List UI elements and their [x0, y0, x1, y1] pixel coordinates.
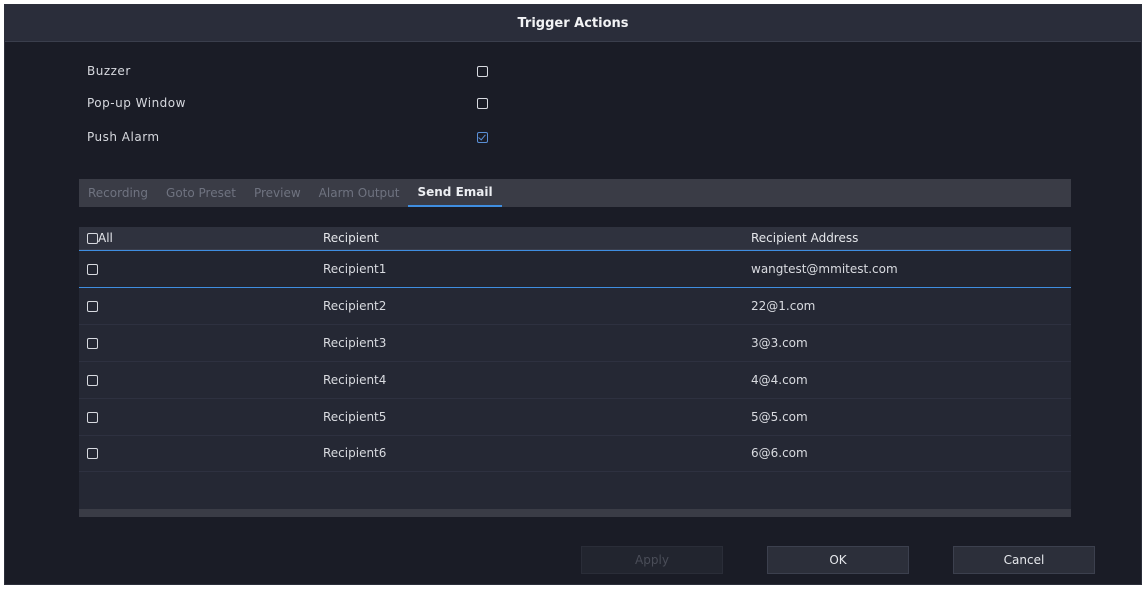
push-alarm-checkbox[interactable] — [477, 131, 488, 143]
header-recipient-address: Recipient Address — [751, 231, 859, 245]
option-label-buzzer: Buzzer — [87, 64, 131, 78]
table-row[interactable]: Recipient5 5@5.com — [79, 399, 1071, 436]
tab-preview[interactable]: Preview — [245, 179, 310, 207]
recipient-address: 6@6.com — [751, 446, 808, 460]
table-row[interactable]: Recipient4 4@4.com — [79, 362, 1071, 399]
table-row[interactable]: Recipient6 6@6.com — [79, 435, 1071, 472]
row-checkbox[interactable] — [87, 447, 98, 459]
tab-alarm-output[interactable]: Alarm Output — [310, 179, 409, 207]
row-checkbox[interactable] — [87, 300, 98, 312]
buzzer-checkbox[interactable] — [477, 65, 488, 77]
table-row[interactable]: Recipient2 22@1.com — [79, 288, 1071, 325]
table-scroll-track[interactable] — [79, 509, 1071, 517]
ok-button[interactable]: OK — [767, 546, 909, 574]
select-all-checkbox[interactable] — [87, 232, 98, 244]
table-row[interactable]: Recipient3 3@3.com — [79, 325, 1071, 362]
trigger-actions-dialog: Trigger Actions Buzzer Pop-up Window Pus… — [4, 4, 1142, 585]
apply-button[interactable]: Apply — [581, 546, 723, 574]
table-header: All Recipient Recipient Address — [79, 227, 1071, 250]
recipient-address: 4@4.com — [751, 373, 808, 387]
option-popup-window: Pop-up Window — [87, 91, 507, 115]
recipient-name: Recipient5 — [323, 410, 387, 424]
recipient-address: wangtest@mmitest.com — [751, 262, 898, 276]
option-push-alarm: Push Alarm — [87, 125, 507, 149]
option-label-push-alarm: Push Alarm — [87, 130, 160, 144]
table-row[interactable]: Recipient1 wangtest@mmitest.com — [79, 250, 1071, 288]
recipient-name: Recipient3 — [323, 336, 387, 350]
row-checkbox[interactable] — [87, 337, 98, 349]
option-buzzer: Buzzer — [87, 59, 507, 83]
recipient-name: Recipient6 — [323, 446, 387, 460]
recipient-table: All Recipient Recipient Address Recipien… — [79, 227, 1071, 517]
cancel-button[interactable]: Cancel — [953, 546, 1095, 574]
select-all-label: All — [98, 231, 113, 245]
tab-recording[interactable]: Recording — [79, 179, 157, 207]
header-recipient: Recipient — [323, 231, 379, 245]
tab-send-email[interactable]: Send Email — [408, 179, 502, 207]
tab-goto-preset[interactable]: Goto Preset — [157, 179, 245, 207]
option-label-popup-window: Pop-up Window — [87, 96, 186, 110]
recipient-name: Recipient4 — [323, 373, 387, 387]
popup-window-checkbox[interactable] — [477, 97, 488, 109]
recipient-name: Recipient2 — [323, 299, 387, 313]
recipient-address: 3@3.com — [751, 336, 808, 350]
recipient-address: 5@5.com — [751, 410, 808, 424]
row-checkbox[interactable] — [87, 411, 98, 423]
row-checkbox[interactable] — [87, 263, 98, 275]
action-tabs: Recording Goto Preset Preview Alarm Outp… — [79, 179, 1071, 207]
recipient-address: 22@1.com — [751, 299, 816, 313]
recipient-name: Recipient1 — [323, 262, 387, 276]
row-checkbox[interactable] — [87, 374, 98, 386]
dialog-titlebar: Trigger Actions — [5, 5, 1141, 42]
select-all-cell: All — [87, 231, 113, 245]
dialog-title: Trigger Actions — [517, 15, 629, 31]
